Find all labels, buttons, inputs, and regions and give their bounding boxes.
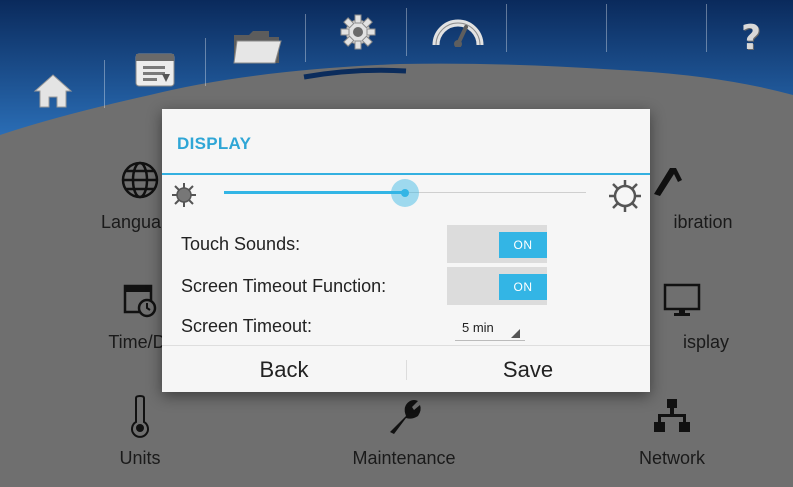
toolbar-separator [606, 4, 607, 52]
home-icon [33, 74, 73, 108]
brightness-slider[interactable] [162, 179, 650, 219]
wrench-icon [380, 392, 428, 440]
toolbar-separator [506, 4, 507, 52]
touch-sounds-toggle[interactable]: ON [447, 225, 547, 263]
screen-timeout-dropdown[interactable]: 5 min [455, 318, 525, 341]
tile-label: isplay [682, 332, 730, 352]
display-dialog: DISPLAY Touch Sounds: ON Screen Timeout … [162, 109, 650, 392]
files-button[interactable] [212, 15, 302, 79]
screen-timeout-function-label: Screen Timeout Function: [181, 276, 387, 296]
toggle-on-indicator: ON [499, 232, 547, 258]
tile-label: Network [638, 448, 705, 468]
dialog-title: DISPLAY [177, 134, 252, 153]
report-icon [135, 53, 175, 87]
monitor-icon [658, 276, 706, 324]
help-button[interactable]: ? [706, 6, 793, 70]
thermometer-icon [116, 392, 164, 440]
gauge-icon [432, 19, 484, 47]
tile-label: Time/D [108, 332, 166, 352]
brightness-low-icon [172, 183, 196, 207]
calibration-tool-icon [644, 156, 692, 204]
brightness-high-icon [609, 180, 641, 212]
tile-label: Langua [100, 212, 162, 232]
touch-sounds-label: Touch Sounds: [181, 234, 301, 254]
home-button[interactable] [8, 58, 98, 122]
tile-network[interactable]: Network [602, 392, 742, 469]
tile-label: Maintenance [352, 448, 456, 468]
tile-maintenance[interactable]: Maintenance [334, 392, 474, 469]
measurement-button[interactable] [413, 0, 503, 64]
settings-button[interactable] [313, 0, 403, 64]
dropdown-arrow-icon [511, 329, 520, 338]
settings-gear-icon [340, 14, 376, 50]
screen-timeout-function-toggle[interactable]: ON [447, 267, 547, 305]
toolbar-separator [406, 8, 407, 56]
reports-button[interactable] [110, 38, 200, 102]
calendar-clock-icon [116, 276, 164, 324]
dialog-button-bar: Back Save [162, 345, 650, 393]
tile-units[interactable]: Units [70, 392, 210, 469]
slider-fill [224, 191, 405, 194]
toolbar-separator [205, 38, 206, 86]
network-icon [648, 392, 696, 440]
active-tab-underline [303, 67, 407, 80]
dialog-title-divider [162, 173, 650, 175]
save-button[interactable]: Save [406, 346, 650, 393]
toggle-on-indicator: ON [499, 274, 547, 300]
screen-timeout-value: 5 min [462, 320, 494, 335]
help-icon: ? [741, 18, 761, 58]
tile-label: ibration [673, 212, 733, 232]
toolbar-separator [104, 60, 105, 108]
slider-thumb[interactable] [391, 179, 419, 207]
tile-label: Units [119, 448, 161, 468]
folder-icon [233, 31, 282, 64]
back-button[interactable]: Back [162, 346, 406, 393]
toolbar-separator [305, 14, 306, 62]
screen-timeout-label: Screen Timeout: [181, 316, 313, 336]
globe-icon [116, 156, 164, 204]
